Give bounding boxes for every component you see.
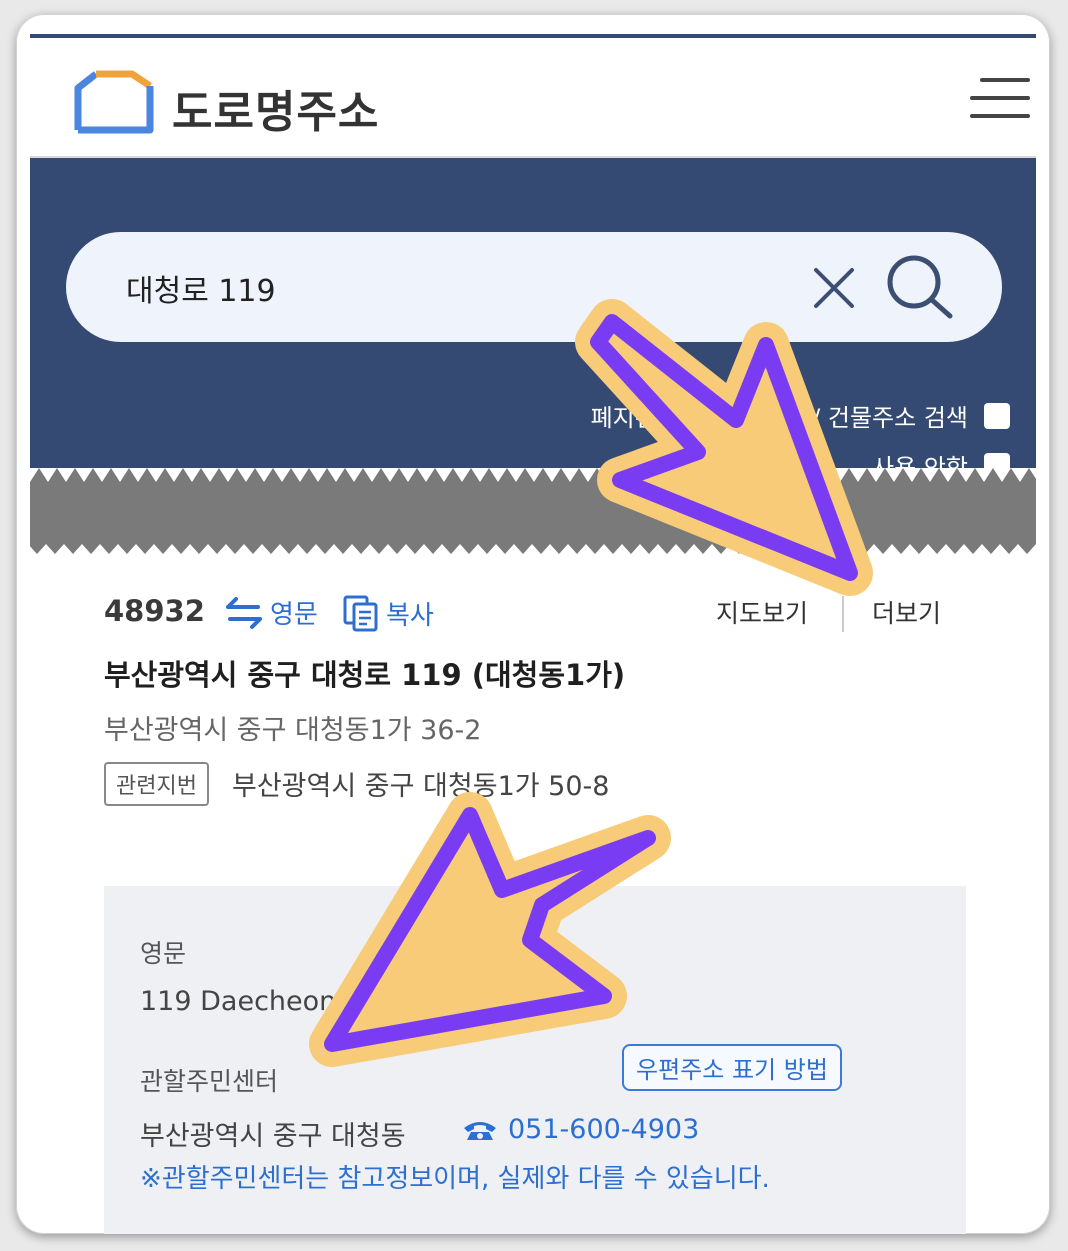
hamburger-menu-icon[interactable] — [970, 74, 1030, 122]
close-icon[interactable] — [812, 266, 856, 310]
torn-edge-divider — [30, 468, 1036, 554]
copy-address-button[interactable]: 복사 — [342, 594, 434, 632]
copy-icon — [343, 595, 378, 632]
related-jibun-address: 부산광역시 중구 대청동1가 50-8 — [232, 771, 610, 802]
phone-link[interactable]: 051-600-4903 — [462, 1114, 699, 1145]
option-include-abolished[interactable]: 폐지된 주소정보 포함 / 건물주소 검색 — [591, 398, 1010, 433]
site-logo-text[interactable]: 도로명주소 — [172, 76, 379, 140]
phone-number: 051-600-4903 — [508, 1114, 700, 1145]
info-note: ※관할주민센터는 참고정보이며, 실제와 다를 수 있습니다. — [140, 1164, 770, 1194]
app-frame: 도로명주소 폐지된 주소정보 포함 / 건물주소 검색 사용 안함 — [16, 14, 1050, 1234]
english-title: 영문 — [140, 939, 187, 968]
swap-arrows-icon — [226, 596, 262, 629]
english-address: 119 Daecheong-ro, Jung-gu, Busan — [140, 986, 612, 1017]
house-outline-icon — [74, 70, 154, 134]
related-jibun-badge: 관련지번 — [104, 762, 209, 806]
community-center-title: 관할주민센터 — [140, 1067, 279, 1096]
site-header: 도로명주소 — [30, 38, 1036, 158]
zip-code: 48932 — [104, 594, 205, 628]
search-input[interactable] — [124, 262, 728, 314]
search-banner: 폐지된 주소정보 포함 / 건물주소 검색 사용 안함 — [30, 158, 1036, 482]
english-label: 영문 — [270, 600, 318, 630]
detail-panel: 영문 119 Daecheong-ro, Jung-gu, Busan 관할주민… — [104, 886, 966, 1234]
copy-label: 복사 — [386, 600, 434, 631]
english-address-button[interactable]: 영문 — [224, 594, 318, 631]
link-divider — [842, 596, 844, 632]
map-view-link[interactable]: 지도보기 — [716, 594, 808, 630]
option-label: 폐지된 주소정보 포함 / 건물주소 검색 — [590, 404, 968, 432]
magnifier-icon[interactable] — [886, 254, 954, 322]
road-address: 부산광역시 중구 대청로 119 (대청동1가) — [104, 658, 626, 692]
more-link[interactable]: 더보기 — [872, 594, 941, 630]
postal-format-button[interactable]: 우편주소 표기 방법 — [622, 1044, 842, 1091]
jibun-address: 부산광역시 중구 대청동1가 36-2 — [104, 715, 482, 746]
search-bar — [66, 232, 1002, 342]
telephone-icon — [464, 1121, 496, 1140]
option-checkbox[interactable] — [984, 402, 1010, 429]
community-center-name: 부산광역시 중구 대청동 — [140, 1121, 406, 1152]
